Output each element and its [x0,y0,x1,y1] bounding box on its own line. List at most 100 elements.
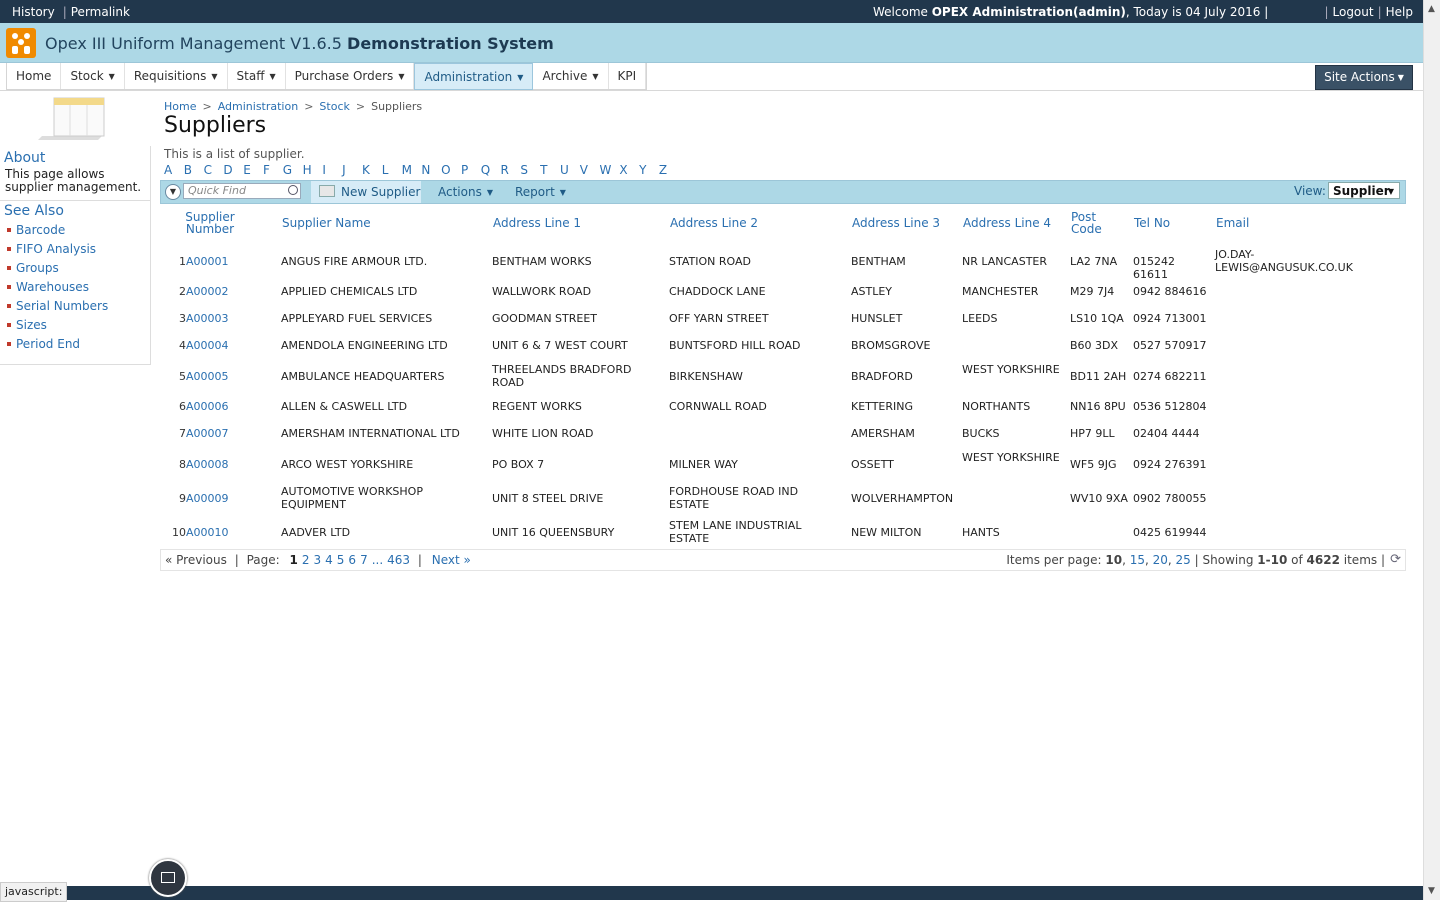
see-also-warehouses[interactable]: Warehouses [0,278,150,297]
see-also-period-end[interactable]: Period End [0,335,150,354]
alpha-filter-g[interactable]: G [283,163,303,177]
supplier-number-link[interactable]: A00005 [186,370,256,383]
tel-no: 015242 61611 [1133,254,1175,281]
see-also-barcode[interactable]: Barcode [0,221,150,240]
nav-requisitions[interactable]: Requisitions ▼ [125,63,228,89]
page-link[interactable]: 5 [337,553,345,567]
alpha-filter-o[interactable]: O [441,163,461,177]
site-actions-button[interactable]: Site Actions ▼ [1315,65,1413,90]
alpha-filter-j[interactable]: J [342,163,362,177]
header-email[interactable]: Email [1216,217,1366,229]
alpha-filter-u[interactable]: U [560,163,580,177]
alpha-filter-c[interactable]: C [204,163,224,177]
header-supplier-number[interactable]: Supplier Number [184,211,236,235]
header-supplier-name[interactable]: Supplier Name [282,217,462,229]
header-address-1[interactable]: Address Line 1 [493,217,653,229]
alpha-filter-x[interactable]: X [619,163,639,177]
logout-link[interactable]: Logout [1333,5,1374,19]
quick-find-expand-icon[interactable]: ▼ [165,184,181,200]
alpha-filter-f[interactable]: F [263,163,283,177]
breadcrumb-home[interactable]: Home [164,100,196,113]
permalink-link[interactable]: Permalink [71,5,130,19]
address-line-3: BRADFORD [851,369,913,383]
header-address-3[interactable]: Address Line 3 [852,217,952,229]
page-link[interactable]: 6 [348,553,356,567]
page-link[interactable]: 1 [290,553,298,567]
supplier-name: ARCO WEST YORKSHIRE [281,457,414,471]
nav-home[interactable]: Home [7,63,62,89]
per-page-15[interactable]: 15 [1130,553,1145,567]
help-link[interactable]: Help [1386,5,1413,19]
view-select[interactable]: Supplier ▼ [1328,182,1400,199]
alpha-filter-r[interactable]: R [501,163,521,177]
per-page-25[interactable]: 25 [1176,553,1191,567]
alpha-filter-h[interactable]: H [303,163,323,177]
nav-administration[interactable]: Administration ▼ [414,63,534,90]
page-link[interactable]: 4 [325,553,333,567]
per-page-20[interactable]: 20 [1153,553,1168,567]
refresh-icon[interactable]: ⟳ [1390,552,1401,567]
history-link[interactable]: History [12,5,55,19]
header-address-4[interactable]: Address Line 4 [963,217,1063,229]
alpha-filter-k[interactable]: K [362,163,382,177]
supplier-number-link[interactable]: A00004 [186,339,256,352]
alpha-filter-y[interactable]: Y [639,163,659,177]
nav-kpi[interactable]: KPI [609,63,647,89]
alpha-filter-v[interactable]: V [580,163,600,177]
nav-stock[interactable]: Stock ▼ [61,63,125,89]
scroll-up-icon[interactable]: ▲ [1428,4,1435,14]
see-also-groups[interactable]: Groups [0,259,150,278]
alpha-filter-l[interactable]: L [382,163,402,177]
supplier-number-link[interactable]: A00002 [186,285,256,298]
nav-purchase-orders[interactable]: Purchase Orders ▼ [286,63,415,89]
alpha-filter-q[interactable]: Q [481,163,501,177]
alpha-filter-z[interactable]: Z [659,163,679,177]
alpha-filter-a[interactable]: A [164,163,184,177]
supplier-number-link[interactable]: A00003 [186,312,256,325]
alpha-filter-t[interactable]: T [540,163,560,177]
supplier-number-link[interactable]: A00009 [186,492,256,505]
new-supplier-button[interactable]: New Supplier [311,181,421,203]
supplier-number-link[interactable]: A00001 [186,255,256,268]
supplier-number-link[interactable]: A00007 [186,427,256,440]
alpha-filter-s[interactable]: S [520,163,540,177]
see-also-sizes[interactable]: Sizes [0,316,150,335]
top-navigation: Home Stock ▼ Requisitions ▼ Staff ▼ Purchas… [0,63,1423,91]
supplier-number-link[interactable]: A00006 [186,400,256,413]
mail-button[interactable] [149,859,187,897]
page-link[interactable]: 463 [387,553,410,567]
alpha-filter-n[interactable]: N [421,163,441,177]
see-also-fifo-analysis[interactable]: FIFO Analysis [0,240,150,259]
actions-menu[interactable]: Actions ▼ [438,185,493,199]
alpha-filter-w[interactable]: W [600,163,620,177]
nav-staff[interactable]: Staff ▼ [228,63,286,89]
quick-find-input[interactable]: Quick Find [183,183,301,199]
alpha-filter-b[interactable]: B [184,163,204,177]
vertical-scrollbar[interactable]: ▲ ▼ [1423,0,1440,900]
breadcrumb-stock[interactable]: Stock [319,100,349,113]
per-page-10[interactable]: 10 [1105,553,1122,567]
breadcrumb-administration[interactable]: Administration [218,100,299,113]
alpha-filter-p[interactable]: P [461,163,481,177]
header-tel-no[interactable]: Tel No [1134,217,1204,229]
report-menu[interactable]: Report ▼ [515,185,566,199]
previous-page[interactable]: « Previous [165,553,227,567]
header-address-2[interactable]: Address Line 2 [670,217,830,229]
next-page[interactable]: Next » [432,553,471,567]
alpha-filter-m[interactable]: M [402,163,422,177]
alpha-filter-i[interactable]: I [322,163,342,177]
alpha-filter-d[interactable]: D [223,163,243,177]
see-also-serial-numbers[interactable]: Serial Numbers [0,297,150,316]
search-icon[interactable] [288,185,298,195]
alpha-filter-e[interactable]: E [243,163,263,177]
scroll-down-icon[interactable]: ▼ [1428,886,1435,896]
page-link[interactable]: 3 [314,553,322,567]
page-link[interactable]: 2 [302,553,310,567]
page-link[interactable]: 7 [360,553,368,567]
supplier-number-link[interactable]: A00010 [186,526,256,539]
post-code: M29 7J4 [1070,284,1115,298]
header-post-code[interactable]: Post Code [1071,211,1105,235]
row-number: 3 [179,311,186,325]
nav-archive[interactable]: Archive ▼ [533,63,609,89]
supplier-number-link[interactable]: A00008 [186,458,256,471]
